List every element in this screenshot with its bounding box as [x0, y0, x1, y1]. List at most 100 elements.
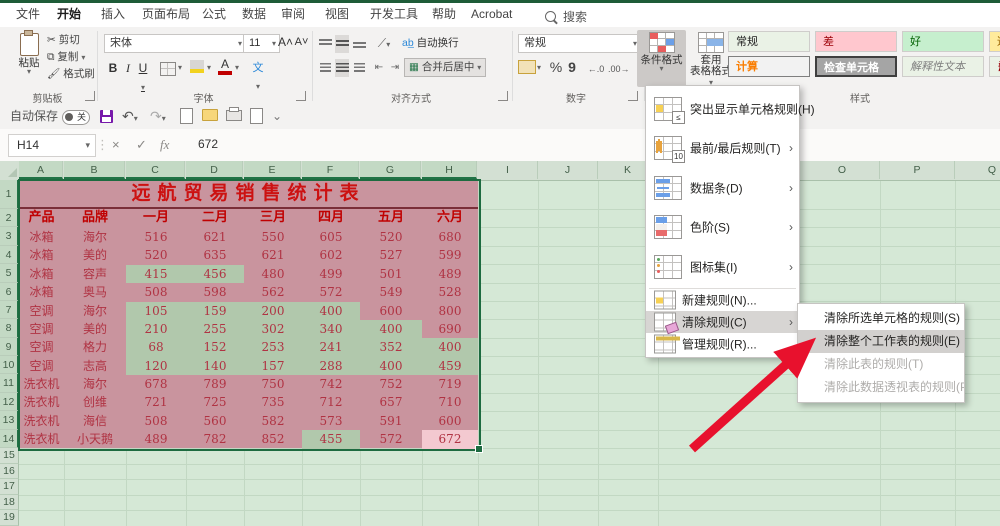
- formula-bar-value[interactable]: 672: [198, 134, 218, 155]
- table-cell-r13c8[interactable]: 600: [422, 412, 478, 430]
- table-cell-r7c6[interactable]: 400: [302, 301, 360, 320]
- table-cell-r6c8[interactable]: 528: [422, 283, 478, 301]
- ribbon-tab-2[interactable]: 开始: [55, 3, 84, 30]
- row-header-9[interactable]: 9: [0, 337, 19, 357]
- table-cell-r12c5[interactable]: 735: [244, 393, 302, 411]
- table-cell-r3c3[interactable]: 516: [126, 228, 186, 246]
- select-all-corner[interactable]: [0, 161, 20, 179]
- table-cell-r7c2[interactable]: 海尔: [64, 302, 126, 320]
- table-cell-r10c6[interactable]: 288: [302, 356, 360, 376]
- table-cell-r9c2[interactable]: 格力: [64, 338, 126, 356]
- copy-button[interactable]: ⧉ 复制 ▾: [47, 50, 85, 65]
- table-cell-r3c2[interactable]: 海尔: [64, 228, 126, 246]
- table-cell-r14c4[interactable]: 782: [186, 430, 244, 448]
- table-cell-r10c7[interactable]: 400: [360, 356, 422, 376]
- search-box[interactable]: 搜索: [545, 6, 587, 28]
- table-cell-r12c8[interactable]: 710: [422, 393, 478, 411]
- orientation-button[interactable]: ⟋▾: [374, 34, 394, 52]
- paste-button[interactable]: 粘贴 ▾: [6, 30, 52, 87]
- cell-style-normal[interactable]: 常规: [728, 31, 810, 52]
- table-cell-r13c2[interactable]: 海信: [64, 412, 126, 430]
- undo-button[interactable]: ↶▾: [122, 107, 138, 125]
- table-cell-r7c5[interactable]: 200: [244, 301, 302, 320]
- row-header-14[interactable]: 14: [0, 429, 19, 448]
- menu-item-3[interactable]: 数据条(D) ›: [646, 168, 799, 208]
- align-bottom-button[interactable]: [352, 35, 366, 53]
- cut-button[interactable]: ✂ 剪切: [47, 33, 80, 48]
- number-format-combo[interactable]: 常规 ▾: [518, 34, 641, 53]
- cell-style-warning[interactable]: 警告文本: [989, 56, 1000, 77]
- insert-function-icon[interactable]: fx: [160, 134, 169, 155]
- table-cell-r7c7[interactable]: 600: [360, 302, 422, 320]
- ribbon-tab-1[interactable]: 文件: [14, 3, 42, 27]
- table-cell-r6c4[interactable]: 598: [186, 283, 244, 301]
- table-cell-r6c7[interactable]: 549: [360, 283, 422, 301]
- table-cell-r14c8[interactable]: 672: [422, 430, 478, 449]
- table-cell-r10c1[interactable]: 空调: [19, 357, 64, 375]
- table-cell-r4c4[interactable]: 635: [186, 246, 244, 264]
- table-cell-r3c8[interactable]: 680: [422, 228, 478, 246]
- row-header-6[interactable]: 6: [0, 282, 19, 301]
- table-cell-r9c6[interactable]: 241: [302, 338, 360, 357]
- menu-item-1[interactable]: ≤ 突出显示单元格规则(H) ›: [646, 89, 815, 129]
- row-header-1[interactable]: 1: [0, 180, 19, 209]
- table-cell-r3c5[interactable]: 550: [244, 228, 302, 246]
- table-cell-r5c5[interactable]: 480: [244, 265, 302, 283]
- table-cell-r9c4[interactable]: 152: [186, 338, 244, 357]
- quick-print-button[interactable]: [226, 106, 242, 124]
- table-cell-r3c4[interactable]: 621: [186, 228, 244, 246]
- submenu-item-1[interactable]: 清除所选单元格的规则(S): [798, 307, 964, 330]
- cell-style-calc[interactable]: 计算: [728, 56, 810, 77]
- column-header-H[interactable]: H: [422, 161, 477, 179]
- table-cell-r6c2[interactable]: 奥马: [64, 283, 126, 301]
- table-cell-r14c1[interactable]: 洗衣机: [19, 430, 64, 448]
- table-cell-r8c4[interactable]: 255: [186, 319, 244, 339]
- column-header-D[interactable]: D: [186, 161, 243, 179]
- table-cell-r5c7[interactable]: 501: [360, 265, 422, 283]
- table-cell-r10c4[interactable]: 140: [186, 356, 244, 376]
- table-cell-r9c7[interactable]: 352: [360, 338, 422, 357]
- row-header-3[interactable]: 3: [0, 227, 19, 246]
- accounting-format-button[interactable]: [518, 60, 536, 74]
- column-header-I[interactable]: I: [478, 161, 538, 179]
- ribbon-tab-3[interactable]: 插入: [99, 3, 127, 27]
- font-size-combo[interactable]: 11 ▾: [243, 34, 280, 53]
- row-header-8[interactable]: 8: [0, 319, 19, 338]
- column-header-A[interactable]: A: [19, 161, 63, 179]
- menu-item-2[interactable]: 10 最前/最后规则(T) ›: [646, 129, 799, 169]
- table-cell-r6c1[interactable]: 冰箱: [19, 283, 64, 301]
- table-cell-r4c5[interactable]: 621: [244, 246, 302, 264]
- menu-item-8[interactable]: 管理规则(R)...: [646, 333, 799, 355]
- underline-button[interactable]: U ▾: [136, 59, 150, 92]
- save-button[interactable]: [100, 110, 113, 128]
- cell-style-neutral[interactable]: 适中: [989, 31, 1000, 52]
- table-cell-r5c3[interactable]: 415: [126, 264, 186, 284]
- table-cell-r11c3[interactable]: 678: [126, 375, 186, 393]
- qat-more-button[interactable]: ⌄: [272, 107, 282, 125]
- table-cell-r8c1[interactable]: 空调: [19, 320, 64, 338]
- row-header-17[interactable]: 17: [0, 479, 19, 495]
- ribbon-tab-7[interactable]: 审阅: [279, 3, 307, 27]
- phonetic-button[interactable]: 文 ▾: [250, 59, 266, 91]
- grow-font-button[interactable]: A˄: [278, 33, 293, 51]
- table-cell-r4c6[interactable]: 602: [302, 246, 360, 264]
- menu-item-4[interactable]: 色阶(S) ›: [646, 208, 799, 248]
- borders-dropdown[interactable]: ▾: [178, 64, 182, 72]
- table-cell-r12c3[interactable]: 721: [126, 393, 186, 411]
- table-cell-r12c7[interactable]: 657: [360, 393, 422, 411]
- table-cell-r8c6[interactable]: 340: [302, 319, 360, 339]
- table-cell-r5c6[interactable]: 499: [302, 265, 360, 283]
- enter-icon[interactable]: ✓: [136, 134, 147, 155]
- table-cell-r3c1[interactable]: 冰箱: [19, 228, 64, 246]
- align-left-button[interactable]: [318, 59, 332, 77]
- table-cell-r14c6[interactable]: 455: [302, 430, 360, 449]
- align-top-button[interactable]: [318, 35, 332, 53]
- table-cell-r9c5[interactable]: 253: [244, 338, 302, 357]
- table-cell-r14c3[interactable]: 489: [126, 430, 186, 448]
- column-header-C[interactable]: C: [126, 161, 185, 179]
- table-cell-r8c2[interactable]: 美的: [64, 320, 126, 338]
- clipboard-dialog-launcher[interactable]: [85, 91, 95, 101]
- row-header-12[interactable]: 12: [0, 392, 19, 412]
- wrap-text-button[interactable]: ab̲ 自动换行: [402, 36, 459, 51]
- row-header-19[interactable]: 19: [0, 510, 19, 526]
